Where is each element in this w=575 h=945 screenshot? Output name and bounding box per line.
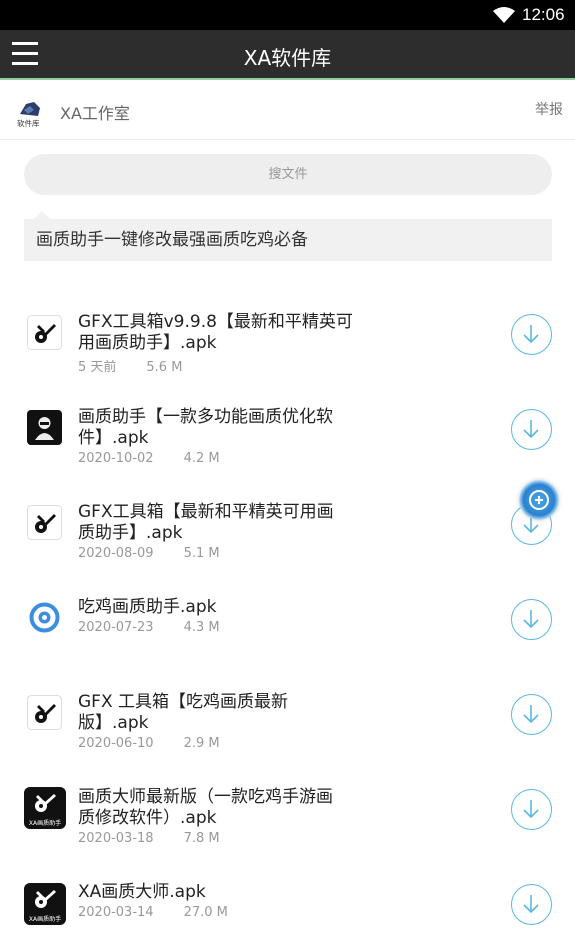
file-list-item[interactable]: GFX 工具箱【吃鸡画质最新 版】.apk 2020-06-10 2.9 M [0,665,575,755]
studio-name: XA工作室 [60,104,130,123]
file-name: 画质助手【一款多功能画质优化软 件】.apk [78,407,388,449]
file-list-item[interactable]: GFX工具箱v9.9.8【最新和平精英可 用画质助手】.apk 5 天前 5.6 M [0,285,575,375]
file-list-item[interactable]: 画质助手【一款多功能画质优化软 件】.apk 2020-10-02 4.2 M [0,380,575,470]
download-button[interactable] [511,599,552,640]
file-name-line: GFX 工具箱【吃鸡画质最新 [78,692,289,712]
file-name-line: XA画质大师.apk [78,882,206,902]
file-meta: 2020-07-23 4.3 M [78,620,220,635]
download-button[interactable] [511,409,552,450]
file-date: 2020-07-23 [78,620,154,635]
status-bar: 12:06 [0,0,575,30]
gear-wrench-icon [27,695,62,730]
download-button[interactable] [511,789,552,830]
file-name: 吃鸡画质助手.apk [78,597,388,618]
description-bubble: 画质助手一键修改最强画质吃鸡必备 [24,211,552,261]
file-meta: 2020-03-18 7.8 M [78,831,220,846]
file-meta: 2020-08-09 5.1 M [78,546,220,561]
file-name-line: GFX工具箱【最新和平精英可用画 [78,502,334,522]
file-name: GFX工具箱【最新和平精英可用画 质助手】.apk [78,502,388,544]
app-title: XA软件库 [243,46,332,70]
clock: 12:06 [522,5,565,24]
file-date: 2020-03-18 [78,831,154,846]
app-bar: XA软件库 [0,30,575,80]
plus-icon [529,490,549,510]
file-size: 7.8 M [183,831,220,846]
file-size: 5.6 M [146,360,183,375]
file-size: 5.1 M [183,546,220,561]
file-name: XA画质大师.apk [78,882,388,903]
download-arrow-icon [523,325,539,344]
file-meta: 5 天前 5.6 M [78,356,182,375]
file-size: 4.2 M [183,451,220,466]
search-input[interactable]: 搜文件 [24,154,552,195]
file-date: 2020-06-10 [78,736,154,751]
file-name-line: 画质大师最新版（一款吃鸡手游画 [78,787,333,807]
file-name-line: 用画质助手】.apk [78,333,217,353]
file-name-line: 质修改软件）.apk [78,808,217,828]
file-list-item[interactable]: GFX工具箱【最新和平精英可用画 质助手】.apk 2020-08-09 5.1 M [0,475,575,565]
wifi-icon [493,7,515,23]
download-button[interactable] [511,314,552,355]
file-list-item[interactable]: 吃鸡画质助手.apk 2020-07-23 4.3 M [0,570,575,660]
gear-wrench-icon [27,315,62,350]
file-name-line: GFX工具箱v9.9.8【最新和平精英可 [78,312,353,332]
file-size: 27.0 M [183,905,228,920]
file-name: GFX工具箱v9.9.8【最新和平精英可 用画质助手】.apk [78,312,388,354]
download-arrow-icon [523,610,539,629]
file-name-line: 质助手】.apk [78,523,183,543]
download-arrow-icon [523,895,539,914]
icon-caption: XA画质助手 [28,916,62,923]
studio-row[interactable]: 软件库 XA工作室 举报 [0,82,575,140]
report-link[interactable]: 举报 [535,99,563,119]
file-date: 2020-08-09 [78,546,154,561]
file-list-item[interactable]: XA画质助手 XA画质大师.apk 2020-03-14 27.0 M [0,855,575,945]
download-button[interactable] [511,694,552,735]
file-name-line: 版】.apk [78,713,149,733]
download-arrow-icon [523,800,539,819]
soldier-icon [27,410,62,445]
blue-circle-icon [27,600,62,635]
file-name-line: 吃鸡画质助手.apk [78,597,217,617]
file-list-item[interactable]: XA画质助手 画质大师最新版（一款吃鸡手游画 质修改软件）.apk 2020-03-1… [0,760,575,850]
file-name-line: 件】.apk [78,428,149,448]
file-name: 画质大师最新版（一款吃鸡手游画 质修改软件）.apk [78,787,388,829]
download-button[interactable] [511,884,552,925]
file-date: 2020-10-02 [78,451,154,466]
studio-logo: 软件库 [17,102,40,128]
download-arrow-icon [523,420,539,439]
floating-action-button[interactable] [519,480,559,520]
xa-gear-icon: XA画质助手 [24,883,66,925]
file-name-line: 画质助手【一款多功能画质优化软 [78,407,333,427]
xa-gear-icon: XA画质助手 [24,787,66,829]
file-name: GFX 工具箱【吃鸡画质最新 版】.apk [78,692,388,734]
file-date: 2020-03-14 [78,905,154,920]
file-size: 4.3 M [183,620,220,635]
file-meta: 2020-10-02 4.2 M [78,451,220,466]
file-meta: 2020-06-10 2.9 M [78,736,220,751]
gear-wrench-icon [27,505,62,540]
file-date: 5 天前 [78,360,117,375]
svg-text:软件库: 软件库 [17,118,40,128]
download-arrow-icon [523,705,539,724]
icon-caption: XA画质助手 [28,820,62,827]
file-size: 2.9 M [183,736,220,751]
file-meta: 2020-03-14 27.0 M [78,905,228,920]
